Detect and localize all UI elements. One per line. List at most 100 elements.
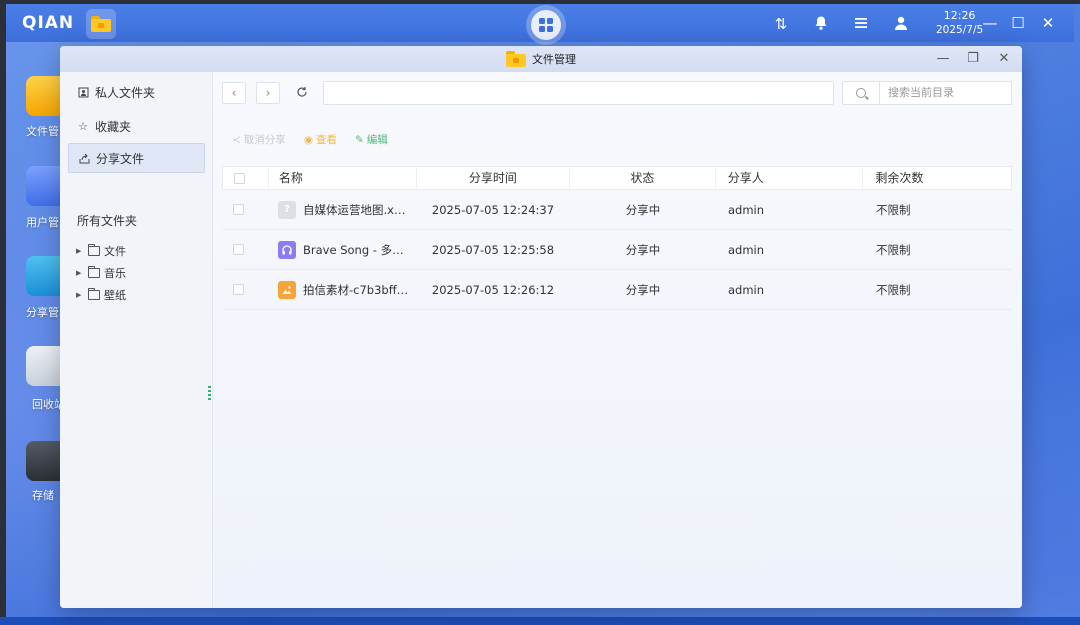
- sidebar-item-label: 分享文件: [96, 151, 145, 166]
- list-menu-icon[interactable]: [852, 15, 870, 33]
- tree-item-label: 壁纸: [104, 289, 126, 302]
- desktop-icon-label: 用户管: [26, 216, 59, 229]
- star-icon: ☆: [78, 119, 88, 133]
- header-sharer[interactable]: 分享人: [716, 166, 864, 190]
- share-status: 分享中: [625, 282, 661, 297]
- content-area: ‹ › 搜索当前目录 ≺ 取消分享 ◉ 查看 ✎ 编辑 名称 分享时间 状态 分…: [214, 72, 1022, 608]
- grid-icon: [539, 18, 553, 32]
- table-row[interactable]: 拍信素材-c7b3bff… 2025-07-05 12:26:12 分享中 ad…: [222, 270, 1012, 310]
- expand-arrow-icon[interactable]: ▶: [76, 247, 84, 255]
- screen-frame-bottom: [0, 617, 1080, 625]
- tree-item-wallpaper[interactable]: ▶ 壁纸: [76, 287, 126, 303]
- eye-icon: ◉: [303, 133, 313, 146]
- private-folder-icon: [77, 86, 89, 98]
- forward-button[interactable]: ›: [256, 82, 280, 104]
- folder-icon: [91, 16, 111, 32]
- sidebar-item-label: 收藏夹: [95, 119, 132, 134]
- edit-label: 编辑: [366, 134, 388, 146]
- sharer: admin: [728, 242, 765, 257]
- clock-time: 12:26: [943, 9, 976, 22]
- window-title: 文件管理: [532, 53, 576, 66]
- screen-frame-left: [0, 0, 6, 625]
- search-input[interactable]: 搜索当前目录: [880, 81, 1012, 105]
- tree-item-music[interactable]: ▶ 音乐: [76, 265, 126, 281]
- all-folders-header: 所有文件夹: [77, 214, 138, 228]
- back-button[interactable]: ‹: [222, 82, 246, 104]
- row-checkbox[interactable]: [233, 244, 244, 255]
- system-logo: QIAN: [22, 13, 75, 33]
- sharer: admin: [728, 282, 765, 297]
- window-maximize-icon[interactable]: ❐: [964, 50, 982, 68]
- sidebar-item-label: 私人文件夹: [95, 85, 156, 100]
- remaining-count: 不限制: [876, 202, 911, 217]
- row-checkbox[interactable]: [233, 204, 244, 215]
- share-status: 分享中: [625, 242, 661, 257]
- header-name[interactable]: 名称: [269, 166, 417, 190]
- file-name: 拍信素材-c7b3bff…: [303, 282, 409, 297]
- user-icon[interactable]: [892, 15, 910, 33]
- tree-item-label: 文件: [104, 245, 126, 258]
- sidebar-item-favorites[interactable]: ☆ 收藏夹: [68, 111, 205, 141]
- window-minimize-icon[interactable]: —: [934, 50, 952, 68]
- table-header: 名称 分享时间 状态 分享人 剩余次数: [222, 166, 1012, 190]
- desktop-icon-label: 分享管: [26, 306, 59, 319]
- sidebar: 私人文件夹 ☆ 收藏夹 分享文件 所有文件夹 ▶ 文件 ▶ 音乐 ▶ 壁纸: [60, 72, 213, 608]
- maximize-icon[interactable]: ☐: [1009, 14, 1027, 32]
- share-status: 分享中: [625, 202, 661, 217]
- share-time: 2025-07-05 12:24:37: [431, 202, 555, 217]
- taskbar: QIAN ⇅ 12:26 2025/7/5 — ☐ ✕: [6, 4, 1074, 45]
- system-clock: 12:26 2025/7/5: [936, 9, 983, 37]
- header-share-time[interactable]: 分享时间: [417, 166, 571, 190]
- taskbar-file-manager-button[interactable]: [86, 9, 116, 39]
- file-name: 自媒体运营地图.x…: [303, 202, 406, 217]
- sidebar-resize-handle[interactable]: [208, 386, 211, 402]
- edit-button[interactable]: ✎ 编辑: [355, 132, 388, 147]
- audio-file-icon: [278, 240, 296, 259]
- header-status[interactable]: 状态: [570, 166, 716, 190]
- action-toolbar: ≺ 取消分享 ◉ 查看 ✎ 编辑: [232, 132, 388, 147]
- view-button[interactable]: ◉ 查看: [304, 132, 337, 147]
- expand-arrow-icon[interactable]: ▶: [76, 291, 84, 299]
- close-icon[interactable]: ✕: [1039, 14, 1057, 32]
- unshare-icon: ≺: [232, 133, 241, 146]
- window-close-icon[interactable]: ✕: [995, 50, 1013, 68]
- remaining-count: 不限制: [876, 242, 911, 257]
- bell-icon[interactable]: [812, 15, 830, 33]
- folder-icon: [506, 51, 526, 67]
- table-row[interactable]: ? 自媒体运营地图.x… 2025-07-05 12:24:37 分享中 adm…: [222, 190, 1012, 230]
- unknown-file-icon: ?: [278, 200, 296, 219]
- table-row[interactable]: Brave Song - 多田… 2025-07-05 12:25:58 分享中…: [222, 230, 1012, 270]
- file-name: Brave Song - 多田…: [303, 242, 415, 257]
- share-time: 2025-07-05 12:26:12: [431, 282, 555, 297]
- sidebar-item-private-folder[interactable]: 私人文件夹: [68, 77, 205, 107]
- refresh-button[interactable]: [290, 82, 314, 104]
- sharer: admin: [728, 202, 765, 217]
- folder-outline-icon: [88, 288, 100, 300]
- window-titlebar[interactable]: 文件管理 — ❐ ✕: [60, 46, 1022, 72]
- share-time: 2025-07-05 12:25:58: [431, 242, 555, 257]
- folder-outline-icon: [88, 266, 100, 278]
- clock-date: 2025/7/5: [936, 24, 984, 36]
- path-input[interactable]: [323, 81, 834, 105]
- edit-icon: ✎: [354, 133, 364, 146]
- transfer-icon[interactable]: ⇅: [772, 15, 790, 33]
- cancel-share-button[interactable]: ≺ 取消分享: [232, 132, 286, 147]
- desktop-icon-label: 文件管: [26, 125, 59, 138]
- folder-outline-icon: [88, 244, 100, 256]
- view-label: 查看: [315, 134, 337, 146]
- row-checkbox[interactable]: [233, 284, 244, 295]
- expand-arrow-icon[interactable]: ▶: [76, 269, 84, 277]
- image-file-icon: [278, 280, 296, 299]
- tree-item-files[interactable]: ▶ 文件: [76, 243, 126, 259]
- select-all-checkbox[interactable]: [234, 172, 245, 184]
- sidebar-item-shared-files[interactable]: 分享文件: [68, 143, 205, 173]
- desktop-icon-label: 存储: [32, 489, 54, 502]
- minimize-icon[interactable]: —: [981, 14, 999, 32]
- header-remaining[interactable]: 剩余次数: [863, 166, 1011, 190]
- share-icon: [78, 152, 90, 164]
- app-launcher-button[interactable]: [526, 5, 566, 45]
- file-manager-window: 文件管理 — ❐ ✕ 私人文件夹 ☆ 收藏夹 分享文件 所有文件夹 ▶ 文件 ▶…: [60, 46, 1022, 608]
- header-checkbox-cell: [223, 166, 269, 190]
- search-button[interactable]: [842, 81, 880, 105]
- tree-item-label: 音乐: [104, 267, 126, 280]
